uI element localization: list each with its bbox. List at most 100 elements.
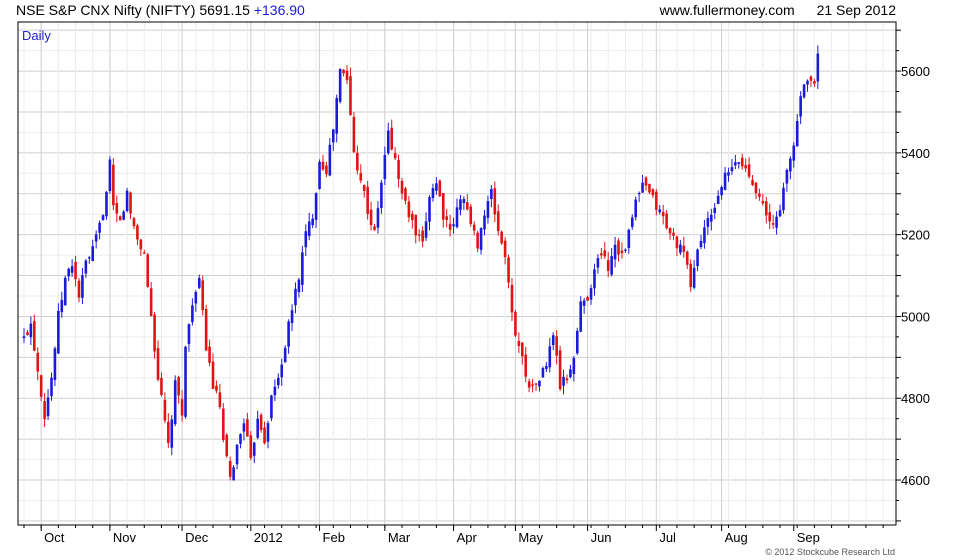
candle-body — [579, 301, 583, 332]
candle-body — [228, 460, 232, 477]
y-tick-label: 5600 — [901, 64, 930, 79]
candle-body — [380, 182, 383, 208]
candle-body — [672, 232, 675, 236]
candle-body — [146, 254, 150, 287]
candle-body — [249, 435, 253, 458]
candle-body — [256, 418, 259, 438]
candle-body — [428, 197, 431, 222]
candle-body — [527, 381, 531, 388]
candle-body — [373, 226, 376, 231]
candle-body — [22, 336, 26, 339]
x-tick-label: 2012 — [254, 530, 283, 545]
candle-body — [517, 340, 521, 347]
candle-body — [795, 121, 799, 147]
candle-body — [411, 213, 414, 221]
candle-body — [641, 182, 644, 193]
candle-body — [400, 181, 404, 194]
candle-body — [424, 221, 428, 238]
candle-body — [630, 217, 634, 227]
candle-body — [651, 189, 655, 196]
candle-body — [624, 249, 627, 251]
candle-body — [479, 227, 483, 250]
candle-body — [81, 275, 84, 298]
x-tick-label: Mar — [388, 530, 411, 545]
candle-body — [53, 348, 57, 380]
candle-body — [740, 157, 744, 167]
candle-body — [180, 399, 184, 416]
candle-body — [29, 323, 33, 338]
candle-body — [713, 207, 717, 214]
candle-body — [211, 361, 215, 389]
candle-body — [167, 421, 170, 443]
candle-body — [545, 366, 548, 369]
candle-body — [637, 193, 641, 195]
candle-body — [376, 208, 380, 228]
candle-body — [435, 183, 438, 191]
candle-body — [163, 399, 167, 421]
candle-body — [538, 380, 541, 387]
candle-body — [26, 332, 29, 336]
grid-lines — [18, 22, 896, 525]
candle-body — [290, 310, 294, 324]
x-tick-label: May — [518, 530, 543, 545]
candle-body — [792, 145, 796, 161]
candle-body — [43, 401, 46, 420]
x-tick-label: Jun — [591, 530, 612, 545]
candle-body — [692, 267, 696, 288]
y-tick-label: 4600 — [901, 473, 930, 488]
candle-body — [710, 214, 713, 222]
candle-body — [215, 385, 218, 391]
candle-body — [194, 291, 198, 304]
candle-body — [118, 216, 122, 221]
candle-body — [50, 377, 53, 397]
candle-body — [816, 53, 820, 82]
candle-body — [294, 288, 297, 306]
candle-body — [222, 408, 225, 440]
candle-body — [483, 215, 486, 230]
candle-body — [307, 221, 311, 236]
candle-body — [177, 376, 180, 396]
candle-body — [682, 245, 686, 252]
candle-body — [493, 188, 497, 215]
candle-body — [304, 231, 308, 248]
x-tick-label: Oct — [44, 530, 65, 545]
candle-body — [723, 172, 727, 190]
candle-body — [551, 335, 555, 346]
candle-body — [441, 193, 445, 220]
candle-body — [809, 76, 813, 81]
candle-body — [555, 336, 558, 356]
x-tick-label: Jul — [659, 530, 676, 545]
candle-body — [321, 161, 325, 170]
candle-body — [562, 376, 565, 386]
candle-body — [39, 375, 43, 397]
candle-body — [208, 346, 211, 363]
candle-body — [720, 187, 723, 196]
x-tick-label: Dec — [185, 530, 209, 545]
candle-body — [112, 164, 115, 206]
candle-body — [606, 260, 610, 271]
candle-body — [335, 97, 339, 134]
candle-body — [768, 212, 772, 222]
candle-body — [407, 201, 411, 218]
candle-body — [596, 258, 600, 268]
candle-body — [67, 268, 70, 277]
candle-body — [541, 368, 545, 378]
candle-body — [469, 206, 473, 224]
candle-body — [252, 442, 256, 456]
candle-body — [301, 252, 304, 285]
candle-body — [417, 234, 421, 236]
candle-body — [575, 330, 579, 354]
candle-body — [782, 187, 785, 211]
x-tick-label: Nov — [113, 530, 137, 545]
candle-body — [235, 444, 239, 465]
candle-body — [98, 222, 101, 233]
candle-body — [297, 279, 301, 293]
candle-body — [232, 467, 235, 481]
candle-body — [534, 383, 538, 385]
candle-body — [142, 252, 146, 254]
candle-body — [572, 357, 576, 374]
candle-body — [397, 159, 400, 180]
candle-body — [466, 202, 469, 210]
candle-body — [675, 236, 679, 249]
candle-body — [500, 231, 503, 244]
